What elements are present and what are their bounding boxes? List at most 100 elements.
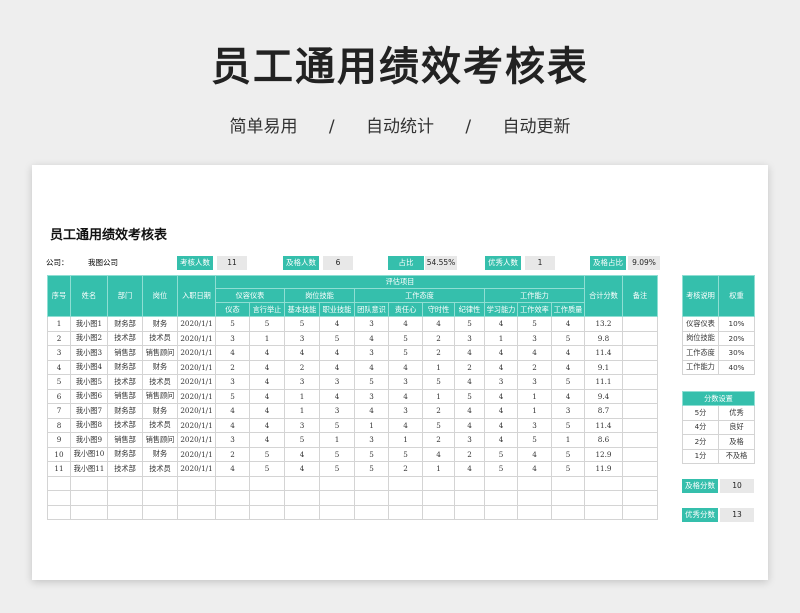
cell-date[interactable]: 2020/1/1	[177, 345, 216, 361]
cell-empty[interactable]	[622, 475, 658, 491]
cell-score[interactable]: 2	[454, 359, 485, 375]
cell-dept[interactable]: 财务部	[107, 359, 143, 375]
cell-score[interactable]: 4	[388, 359, 423, 375]
cell-score[interactable]: 3	[215, 330, 250, 346]
weight-value[interactable]: 20%	[718, 330, 755, 346]
cell-score[interactable]: 4	[319, 388, 355, 404]
cell-score[interactable]: 4	[454, 374, 485, 390]
cell-score[interactable]: 4	[284, 345, 320, 361]
cell-score[interactable]: 2	[215, 446, 250, 462]
weight-item[interactable]: 仪容仪表	[682, 316, 719, 332]
cell-total[interactable]: 11.4	[584, 345, 623, 361]
cell-empty[interactable]	[354, 475, 389, 491]
weight-value[interactable]: 10%	[718, 316, 755, 332]
cell-empty[interactable]	[215, 490, 250, 506]
cell-score[interactable]: 4	[249, 388, 285, 404]
cell-no[interactable]: 7	[47, 403, 71, 419]
cell-no[interactable]: 8	[47, 417, 71, 433]
cell-score[interactable]: 1	[284, 403, 320, 419]
cell-total[interactable]: 8.7	[584, 403, 623, 419]
cell-score[interactable]: 4	[215, 345, 250, 361]
cell-score[interactable]: 3	[388, 374, 423, 390]
cell-note[interactable]	[622, 374, 658, 390]
cell-total[interactable]: 11.4	[584, 417, 623, 433]
cell-score[interactable]: 5	[388, 330, 423, 346]
cell-score[interactable]: 4	[284, 461, 320, 477]
cell-empty[interactable]	[177, 504, 216, 520]
cell-score[interactable]: 3	[388, 403, 423, 419]
cell-empty[interactable]	[142, 475, 178, 491]
cell-empty[interactable]	[422, 504, 455, 520]
cell-dept[interactable]: 财务部	[107, 316, 143, 332]
cell-score[interactable]: 5	[422, 374, 455, 390]
cell-note[interactable]	[622, 446, 658, 462]
cell-score[interactable]: 4	[284, 446, 320, 462]
cell-score[interactable]: 4	[215, 403, 250, 419]
cell-score[interactable]: 4	[484, 388, 518, 404]
cell-note[interactable]	[622, 461, 658, 477]
cell-empty[interactable]	[354, 504, 389, 520]
cell-no[interactable]: 11	[47, 461, 71, 477]
cell-name[interactable]: 我小图4	[70, 359, 108, 375]
cell-post[interactable]: 技术员	[142, 417, 178, 433]
cell-dept[interactable]: 技术部	[107, 461, 143, 477]
cell-empty[interactable]	[177, 475, 216, 491]
cell-post[interactable]: 技术员	[142, 330, 178, 346]
cell-score[interactable]: 1	[551, 432, 585, 448]
cell-score[interactable]: 1	[517, 403, 552, 419]
cell-score[interactable]: 4	[551, 316, 585, 332]
cell-empty[interactable]	[70, 490, 108, 506]
cell-score[interactable]: 1	[422, 461, 455, 477]
cell-score[interactable]: 5	[354, 374, 389, 390]
cell-score[interactable]: 3	[284, 417, 320, 433]
cell-score[interactable]: 5	[422, 417, 455, 433]
cell-score[interactable]: 4	[454, 345, 485, 361]
cell-no[interactable]: 9	[47, 432, 71, 448]
cell-score[interactable]: 1	[484, 330, 518, 346]
grading-level[interactable]: 及格	[718, 434, 755, 450]
cell-score[interactable]: 3	[354, 316, 389, 332]
cell-score[interactable]: 3	[319, 374, 355, 390]
cell-name[interactable]: 我小图6	[70, 388, 108, 404]
cell-note[interactable]	[622, 432, 658, 448]
cell-post[interactable]: 财务	[142, 403, 178, 419]
cell-score[interactable]: 1	[422, 359, 455, 375]
cell-empty[interactable]	[584, 490, 623, 506]
cell-note[interactable]	[622, 417, 658, 433]
cell-score[interactable]: 5	[319, 461, 355, 477]
cell-score[interactable]: 5	[551, 446, 585, 462]
cell-score[interactable]: 4	[354, 403, 389, 419]
cell-score[interactable]: 5	[517, 432, 552, 448]
cell-date[interactable]: 2020/1/1	[177, 417, 216, 433]
cell-empty[interactable]	[454, 490, 485, 506]
cell-score[interactable]: 5	[215, 316, 250, 332]
cell-score[interactable]: 3	[517, 330, 552, 346]
cell-empty[interactable]	[142, 504, 178, 520]
cell-dept[interactable]: 销售部	[107, 388, 143, 404]
cell-name[interactable]: 我小图8	[70, 417, 108, 433]
cell-empty[interactable]	[422, 475, 455, 491]
cell-score[interactable]: 4	[249, 374, 285, 390]
cell-score[interactable]: 5	[284, 432, 320, 448]
cell-score[interactable]: 4	[388, 417, 423, 433]
cell-score[interactable]: 5	[551, 461, 585, 477]
cell-empty[interactable]	[319, 490, 355, 506]
cell-empty[interactable]	[284, 490, 320, 506]
cell-score[interactable]: 5	[354, 446, 389, 462]
cell-no[interactable]: 4	[47, 359, 71, 375]
cell-score[interactable]: 5	[319, 446, 355, 462]
cell-note[interactable]	[622, 359, 658, 375]
cell-score[interactable]: 2	[517, 359, 552, 375]
cell-score[interactable]: 4	[484, 432, 518, 448]
cell-empty[interactable]	[454, 504, 485, 520]
cell-score[interactable]: 5	[284, 316, 320, 332]
cell-name[interactable]: 我小图1	[70, 316, 108, 332]
cell-empty[interactable]	[551, 504, 585, 520]
cell-score[interactable]: 4	[517, 461, 552, 477]
cell-score[interactable]: 5	[388, 446, 423, 462]
cell-empty[interactable]	[388, 490, 423, 506]
cell-empty[interactable]	[107, 475, 143, 491]
cell-score[interactable]: 5	[484, 446, 518, 462]
cell-empty[interactable]	[47, 504, 71, 520]
cell-empty[interactable]	[454, 475, 485, 491]
